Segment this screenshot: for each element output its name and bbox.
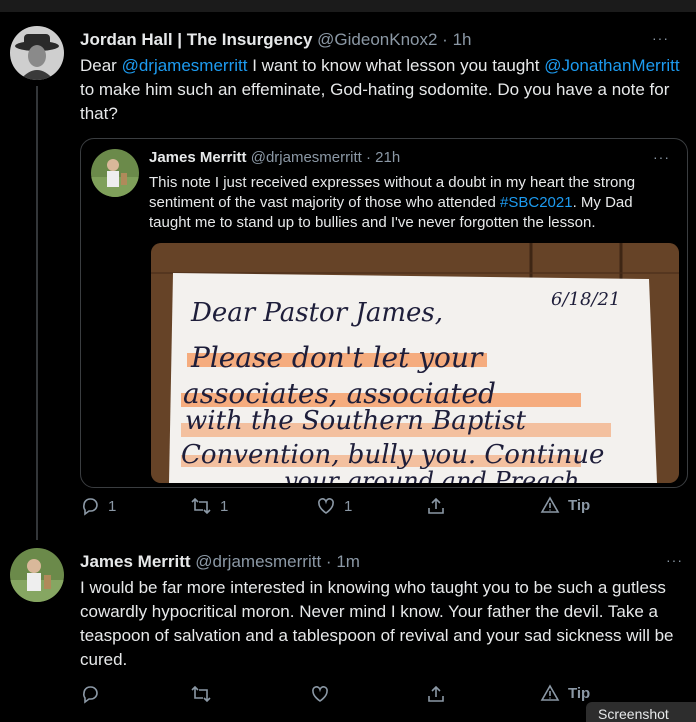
reply-button[interactable]: 1 [80, 496, 116, 516]
tip-button[interactable]: Tip [540, 684, 590, 702]
retweet-icon [191, 497, 211, 515]
quoted-text: This note I just received expresses with… [149, 173, 669, 233]
note-line-6: ...your ground and Preach [261, 467, 579, 483]
note-line-2: Please don't let your [190, 341, 484, 374]
like-icon [312, 686, 328, 702]
like-button[interactable] [310, 684, 330, 704]
author-name[interactable]: James Merritt [80, 552, 191, 571]
retweet-button[interactable] [190, 684, 212, 704]
like-button[interactable]: 1 [316, 496, 352, 516]
share-button[interactable] [426, 496, 446, 516]
tip-button[interactable]: Tip [540, 496, 590, 514]
quoted-header: James Merritt @drjamesmerritt · 21h [149, 149, 400, 166]
quoted-author-name[interactable]: James Merritt [149, 149, 247, 166]
separator-dot: · [365, 149, 371, 166]
like-count: 1 [344, 497, 353, 515]
share-icon [428, 497, 444, 514]
more-icon[interactable]: ··· [666, 552, 683, 568]
quoted-author-handle[interactable]: @drjamesmerritt [251, 149, 362, 166]
tweet-actions: 1 1 1 Tip [80, 496, 680, 520]
share-button[interactable] [426, 684, 446, 704]
like-icon [318, 498, 334, 514]
reply-icon [83, 498, 98, 516]
tip-label: Tip [568, 684, 591, 702]
note-line-1: Dear Pastor James, [190, 298, 443, 328]
reply-icon [83, 686, 98, 704]
tweet-text-part: Dear [80, 56, 122, 75]
timestamp[interactable]: 1m [336, 552, 360, 571]
timestamp[interactable]: 1h [453, 30, 472, 49]
tip-icon [540, 496, 560, 513]
mention-link[interactable]: @JonathanMerritt [544, 56, 679, 75]
more-icon[interactable]: ··· [653, 149, 670, 165]
quoted-tweet[interactable]: James Merritt @drjamesmerritt · 21h ··· … [80, 138, 688, 488]
mention-link[interactable]: @drjamesmerritt [122, 56, 248, 75]
share-icon [428, 685, 444, 702]
retweet-button[interactable]: 1 [190, 496, 228, 516]
tweet-header: James Merritt @drjamesmerritt · 1m [80, 552, 360, 572]
retweet-count: 1 [220, 497, 229, 515]
thread-connector-line [36, 86, 38, 540]
retweet-icon [191, 685, 211, 703]
avatar[interactable] [10, 548, 64, 602]
screenshot-badge[interactable]: Screenshot [586, 702, 696, 722]
quoted-timestamp[interactable]: 21h [375, 149, 400, 166]
note-line-5: Convention, bully you. Continue [181, 440, 604, 470]
author-name[interactable]: Jordan Hall | The Insurgency [80, 30, 312, 49]
more-icon[interactable]: ··· [652, 30, 669, 46]
note-photo[interactable]: Dear Pastor James, 6/18/21 Please don't … [151, 243, 679, 483]
top-bar [0, 0, 696, 12]
reply-count: 1 [108, 497, 117, 515]
tip-label: Tip [568, 496, 591, 514]
note-date: 6/18/21 [551, 289, 620, 310]
avatar[interactable] [10, 26, 64, 80]
tweet-text: Dear @drjamesmerritt I want to know what… [80, 54, 680, 126]
author-handle[interactable]: @drjamesmerritt [195, 552, 321, 571]
quoted-avatar[interactable] [91, 149, 139, 197]
tweet-header: Jordan Hall | The Insurgency @GideonKnox… [80, 30, 472, 50]
tweet-text-part: I want to know what lesson you taught [247, 56, 545, 75]
hashtag-link[interactable]: #SBC2021 [500, 194, 573, 211]
tweet-text-part: to make him such an effeminate, God-hati… [80, 80, 670, 123]
separator-dot: · [442, 30, 448, 49]
tweet-text: I would be far more interested in knowin… [80, 578, 674, 669]
reply-button[interactable] [80, 684, 100, 704]
note-line-4: with the Southern Baptist [185, 406, 526, 436]
author-handle[interactable]: @GideonKnox2 [317, 30, 437, 49]
separator-dot: · [325, 552, 332, 571]
tip-icon [540, 684, 560, 701]
